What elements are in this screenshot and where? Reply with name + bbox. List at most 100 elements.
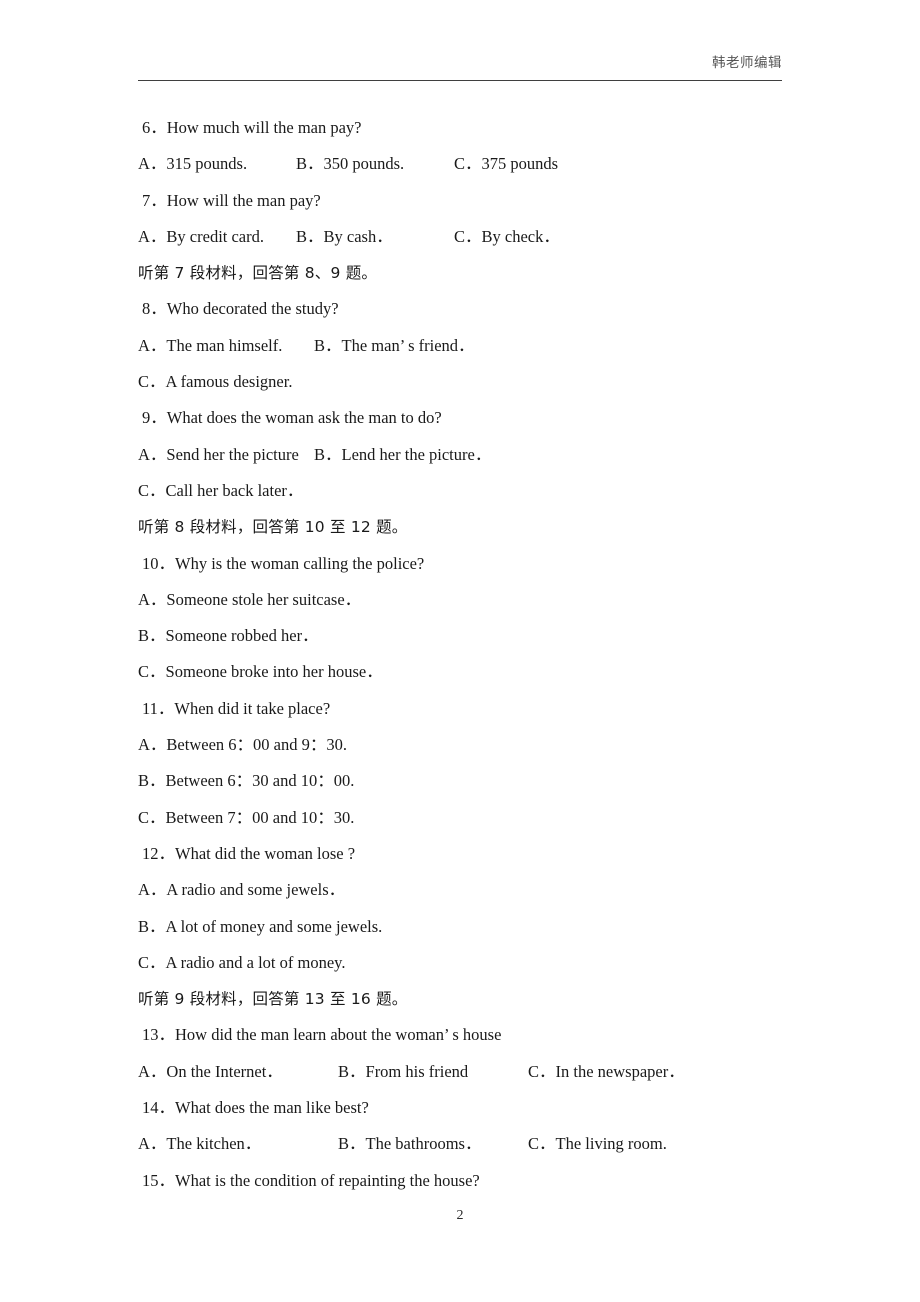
option-12-b-text: A lot of money and some jewels. <box>165 916 383 936</box>
option-8-b: B．The man’ s friend． <box>314 328 475 364</box>
option-6-b-label: B． <box>296 154 324 174</box>
option-10-a-label: A． <box>138 589 167 609</box>
option-7-a: A．By credit card. <box>138 219 264 255</box>
option-10-c-text: Someone broke into her house． <box>165 662 383 682</box>
option-8-c-label: C． <box>138 372 166 392</box>
option-7-a-label: A． <box>138 226 167 246</box>
option-row-9-second: C．Call her back later． <box>138 473 798 509</box>
option-13-a: A．On the Internet． <box>138 1054 283 1090</box>
option-6-c-text: 375 pounds <box>481 154 559 174</box>
option-9-c: C．Call her back later． <box>138 473 303 509</box>
option-6-a-text: 315 pounds. <box>166 154 248 174</box>
option-13-a-label: A． <box>138 1061 167 1081</box>
option-row-14: A．The kitchen． B．The bathrooms． C．The li… <box>138 1126 798 1162</box>
question-stem-6: 6．How much will the man pay? <box>142 118 362 137</box>
option-9-a-text: Send her the picture <box>166 444 299 464</box>
page-number: 2 <box>456 1208 464 1223</box>
option-10-b-label: B． <box>138 626 166 646</box>
option-14-b-text: The bathrooms． <box>365 1134 482 1154</box>
option-row-7: A．By credit card. B．By cash． C．By check． <box>138 219 798 255</box>
option-7-c-text: By check． <box>481 226 560 246</box>
option-row-12-c: C．A radio and a lot of money. <box>138 945 798 981</box>
option-row-8-second: C．A famous designer. <box>138 364 798 400</box>
question-stem-7: 7．How will the man pay? <box>142 190 321 210</box>
option-7-b-text: By cash． <box>323 226 393 246</box>
option-14-b: B．The bathrooms． <box>338 1126 481 1162</box>
option-8-b-label: B． <box>314 335 342 355</box>
option-7-b-label: B． <box>296 226 324 246</box>
option-8-c: C．A famous designer. <box>138 364 292 400</box>
option-row-11-b: B．Between 6：30 and 10：00. <box>138 763 798 799</box>
question-stem-15: 15．What is the condition of repainting t… <box>142 1170 480 1190</box>
page-header: 韩老师编辑 <box>138 54 782 88</box>
option-9-b-text: Lend her the picture． <box>341 444 492 464</box>
option-row-6: A．315 pounds. B．350 pounds. C．375 pounds <box>138 146 798 182</box>
option-12-b-label: B． <box>138 916 166 936</box>
option-row-10-a: A．Someone stole her suitcase． <box>138 582 798 618</box>
question-stem-9: 9．What does the woman ask the man to do? <box>142 408 442 428</box>
question-stem-13: 13．How did the man learn about the woman… <box>142 1025 502 1045</box>
editor-note: 韩老师编辑 <box>712 55 782 71</box>
option-13-b: B．From his friend <box>338 1054 468 1090</box>
option-11-a: A．Between 6：00 and 9：30. <box>138 727 347 763</box>
option-13-b-text: From his friend <box>365 1061 469 1081</box>
question-stem-11: 11．When did it take place? <box>142 698 331 718</box>
option-10-b: B．Someone robbed her． <box>138 618 319 654</box>
document-page: 韩老师编辑 6．How much will the man pay? A．315… <box>0 0 920 1302</box>
listening-instruction-9: 听第 9 段材料，回答第 13 至 16 题。 <box>138 990 408 1009</box>
option-13-c: C．In the newspaper． <box>528 1054 685 1090</box>
option-7-b: B．By cash． <box>296 219 393 255</box>
option-11-a-label: A． <box>138 735 167 755</box>
option-12-a: A．A radio and some jewels． <box>138 872 345 908</box>
listening-instruction-7: 听第 7 段材料，回答第 8、9 题。 <box>138 264 378 283</box>
option-10-b-text: Someone robbed her． <box>165 626 319 646</box>
option-row-10-b: B．Someone robbed her． <box>138 618 798 654</box>
option-9-a-label: A． <box>138 444 167 464</box>
option-11-b: B．Between 6：30 and 10：00. <box>138 763 354 799</box>
option-row-11-a: A．Between 6：00 and 9：30. <box>138 727 798 763</box>
option-11-c-label: C． <box>138 807 166 827</box>
option-12-a-label: A． <box>138 880 167 900</box>
option-14-c: C．The living room. <box>528 1126 667 1162</box>
option-9-a: A．Send her the picture <box>138 437 299 473</box>
question-stem-10: 10．Why is the woman calling the police? <box>142 553 425 573</box>
option-6-b: B．350 pounds. <box>296 146 404 182</box>
option-row-12-b: B．A lot of money and some jewels. <box>138 909 798 945</box>
option-12-c-text: A radio and a lot of money. <box>165 952 346 972</box>
option-6-c-label: C． <box>454 154 482 174</box>
option-14-c-text: The living room. <box>555 1134 667 1154</box>
option-7-c: C．By check． <box>454 219 560 255</box>
option-10-a: A．Someone stole her suitcase． <box>138 582 361 618</box>
option-10-a-text: Someone stole her suitcase． <box>166 589 362 609</box>
option-9-c-text: Call her back later． <box>165 480 304 500</box>
option-9-b: B．Lend her the picture． <box>314 437 491 473</box>
option-13-a-text: On the Internet． <box>166 1061 283 1081</box>
option-8-b-text: The man’ s friend． <box>341 335 475 355</box>
option-12-c: C．A radio and a lot of money. <box>138 945 345 981</box>
option-6-a: A．315 pounds. <box>138 146 247 182</box>
page-footer: 2 <box>0 1206 920 1226</box>
option-9-b-label: B． <box>314 444 342 464</box>
option-12-c-label: C． <box>138 952 166 972</box>
option-11-c: C．Between 7：00 and 10：30. <box>138 800 354 836</box>
option-6-b-text: 350 pounds. <box>323 154 405 174</box>
option-row-11-c: C．Between 7：00 and 10：30. <box>138 800 798 836</box>
option-11-a-text: Between 6：00 and 9：30. <box>166 735 347 755</box>
option-row-8-first: A．The man himself. B．The man’ s friend． <box>138 328 798 364</box>
option-14-c-label: C． <box>528 1134 556 1154</box>
option-13-b-label: B． <box>338 1061 366 1081</box>
option-8-c-text: A famous designer. <box>165 372 293 392</box>
option-6-a-label: A． <box>138 154 167 174</box>
option-8-a-text: The man himself. <box>166 335 283 355</box>
option-14-a: A．The kitchen． <box>138 1126 261 1162</box>
option-7-a-text: By credit card. <box>166 226 265 246</box>
option-8-a-label: A． <box>138 335 167 355</box>
option-11-b-label: B． <box>138 771 166 791</box>
header-divider <box>138 80 782 81</box>
option-13-c-text: In the newspaper． <box>555 1061 685 1081</box>
option-10-c: C．Someone broke into her house． <box>138 654 383 690</box>
option-14-a-label: A． <box>138 1134 167 1154</box>
option-row-12-a: A．A radio and some jewels． <box>138 872 798 908</box>
question-stem-14: 14．What does the man like best? <box>142 1098 369 1118</box>
question-stem-8: 8．Who decorated the study? <box>142 299 339 319</box>
